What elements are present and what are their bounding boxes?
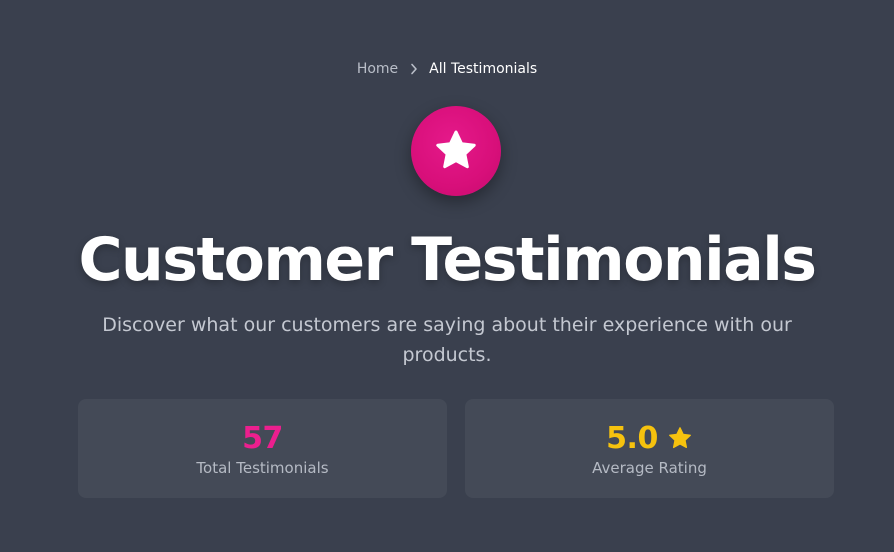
page-title: Customer Testimonials xyxy=(78,225,817,295)
star-icon xyxy=(433,129,479,173)
chevron-right-icon xyxy=(410,63,418,75)
stat-value: 57 xyxy=(242,421,283,456)
stat-value-row: 57 xyxy=(78,421,447,457)
stat-value: 5.0 xyxy=(606,421,658,456)
stat-card-average-rating: 5.0 Average Rating xyxy=(465,399,834,498)
stat-card-total-testimonials: 57 Total Testimonials xyxy=(78,399,447,498)
star-icon xyxy=(667,426,693,451)
breadcrumb-current: All Testimonials xyxy=(429,61,538,77)
stat-value-row: 5.0 xyxy=(465,421,834,457)
breadcrumb: Home All Testimonials xyxy=(0,59,894,79)
hero-badge xyxy=(411,106,501,196)
stat-label: Total Testimonials xyxy=(196,459,329,477)
stat-label: Average Rating xyxy=(592,459,707,477)
page-subtitle: Discover what our customers are saying a… xyxy=(102,314,792,366)
breadcrumb-home-link[interactable]: Home xyxy=(357,59,398,79)
